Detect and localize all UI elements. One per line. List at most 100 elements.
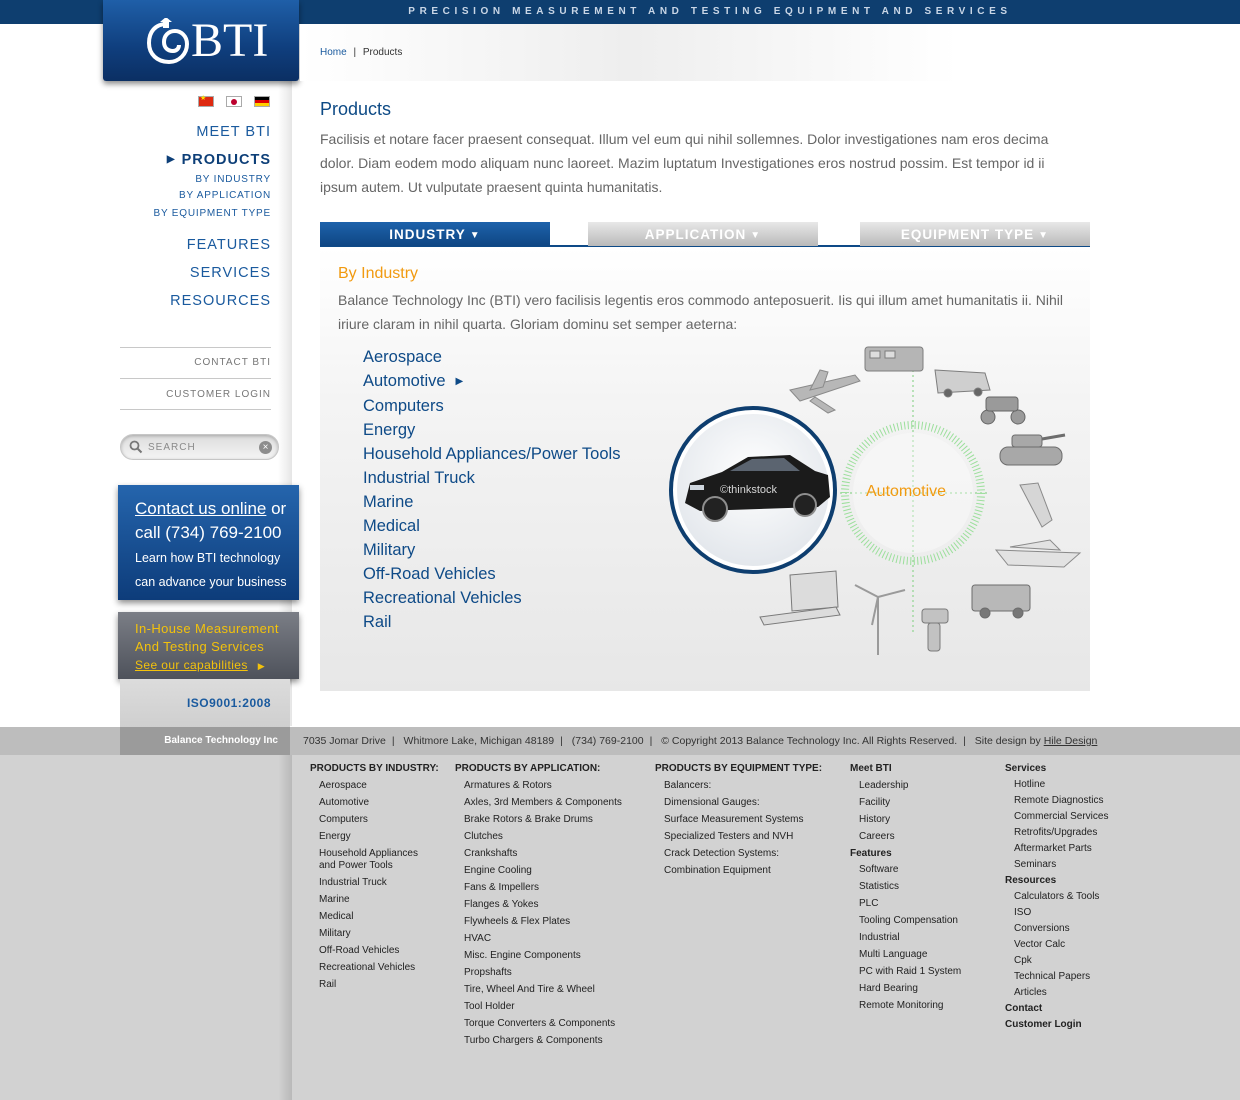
industry-item[interactable]: Aerospace (363, 345, 620, 369)
sitemap-link[interactable]: Axles, 3rd Members & Components (464, 797, 622, 809)
contact-online-link[interactable]: Contact us online (135, 499, 266, 518)
sitemap-link[interactable]: PLC (859, 898, 961, 910)
inhouse-services-box[interactable]: In-House Measurement And Testing Service… (118, 612, 299, 679)
industry-item[interactable]: Off-Road Vehicles (363, 562, 620, 586)
sitemap-link[interactable]: Seminars (1014, 859, 1108, 871)
china-flag-icon[interactable] (198, 94, 214, 107)
sitemap-link[interactable]: Conversions (1014, 923, 1108, 935)
sitemap-link[interactable]: Facility (859, 797, 961, 809)
sitemap-link[interactable]: Hard Bearing (859, 983, 961, 995)
sitemap-link[interactable]: Surface Measurement Systems (664, 814, 822, 826)
sitemap-link[interactable]: Fans & Impellers (464, 882, 622, 894)
sitemap-link[interactable]: Industrial (859, 932, 961, 944)
sitemap-link[interactable]: Military (319, 928, 439, 940)
sitemap-link[interactable]: Careers (859, 831, 961, 843)
sitemap-link[interactable]: Software (859, 864, 961, 876)
nav-meet-bti[interactable]: MEET BTI (196, 124, 271, 140)
sitemap-link[interactable]: Retrofits/Upgrades (1014, 827, 1108, 839)
customer-login-link[interactable]: CUSTOMER LOGIN (166, 389, 271, 400)
sitemap-heading[interactable]: Services (1005, 763, 1108, 775)
sitemap-link[interactable]: Computers (319, 814, 439, 826)
industry-item[interactable]: Military (363, 538, 620, 562)
sitemap-link[interactable]: Medical (319, 911, 439, 923)
sitemap-link[interactable]: Off-Road Vehicles (319, 945, 439, 957)
germany-flag-icon[interactable] (254, 96, 270, 107)
sitemap-link[interactable]: Commercial Services (1014, 811, 1108, 823)
sitemap-link[interactable]: Calculators & Tools (1014, 891, 1108, 903)
sitemap-link[interactable]: Vector Calc (1014, 939, 1108, 951)
sitemap-link[interactable]: Misc. Engine Components (464, 950, 622, 962)
capabilities-link[interactable]: See our capabilities (135, 658, 248, 672)
sitemap-link[interactable]: Dimensional Gauges: (664, 797, 822, 809)
sitemap-link[interactable]: Statistics (859, 881, 961, 893)
sitemap-link[interactable]: Technical Papers (1014, 971, 1108, 983)
industry-item[interactable]: Recreational Vehicles (363, 586, 620, 610)
search-input[interactable] (148, 439, 248, 456)
hile-design-link[interactable]: Hile Design (1044, 735, 1098, 747)
sitemap-link[interactable]: ISO (1014, 907, 1108, 919)
tab-industry[interactable]: INDUSTRY ▼ (320, 222, 550, 246)
sitemap-link[interactable]: Aerospace (319, 780, 439, 792)
sitemap-link[interactable]: Household Appliances (319, 848, 439, 860)
sitemap-heading[interactable]: Meet BTI (850, 763, 961, 775)
sitemap-link[interactable]: Tooling Compensation (859, 915, 961, 927)
sitemap-link[interactable]: Rail (319, 979, 439, 991)
sitemap-link[interactable]: Automotive (319, 797, 439, 809)
nav-by-industry[interactable]: BY INDUSTRY (195, 174, 271, 185)
sitemap-link[interactable]: Tire, Wheel And Tire & Wheel (464, 984, 622, 996)
sitemap-link[interactable]: Specialized Testers and NVH (664, 831, 822, 843)
sitemap-link[interactable]: Combination Equipment (664, 865, 822, 877)
sitemap-link[interactable]: Armatures & Rotors (464, 780, 622, 792)
breadcrumb-home[interactable]: Home (320, 47, 347, 58)
industry-item[interactable]: Automotive ▶ (363, 369, 620, 394)
sitemap-link[interactable]: Marine (319, 894, 439, 906)
sitemap-link[interactable]: Leadership (859, 780, 961, 792)
sitemap-link[interactable]: Remote Monitoring (859, 1000, 961, 1012)
sitemap-link[interactable]: Recreational Vehicles (319, 962, 439, 974)
sitemap-link[interactable]: Propshafts (464, 967, 622, 979)
sitemap-link[interactable]: Flywheels & Flex Plates (464, 916, 622, 928)
nav-services[interactable]: SERVICES (190, 265, 271, 281)
sitemap-link[interactable]: Torque Converters & Components (464, 1018, 622, 1030)
clear-search-icon[interactable]: × (259, 441, 272, 454)
tab-application[interactable]: APPLICATION ▼ (588, 222, 818, 246)
sitemap-link[interactable]: Multi Language (859, 949, 961, 961)
sitemap-contact-link[interactable]: Contact (1005, 1003, 1108, 1015)
sitemap-link[interactable]: History (859, 814, 961, 826)
sitemap-link[interactable]: Turbo Chargers & Components (464, 1035, 622, 1047)
sitemap-login-link[interactable]: Customer Login (1005, 1019, 1108, 1031)
sitemap-link[interactable]: Articles (1014, 987, 1108, 999)
industry-item[interactable]: Energy (363, 418, 620, 442)
sitemap-link[interactable]: Remote Diagnostics (1014, 795, 1108, 807)
sitemap-link[interactable]: Aftermarket Parts (1014, 843, 1108, 855)
industry-item[interactable]: Computers (363, 394, 620, 418)
logo[interactable]: BTI (103, 0, 299, 81)
sitemap-link[interactable]: Hotline (1014, 779, 1108, 791)
sitemap-link[interactable]: Brake Rotors & Brake Drums (464, 814, 622, 826)
industry-item[interactable]: Industrial Truck (363, 466, 620, 490)
industry-item[interactable]: Rail (363, 610, 620, 634)
contact-bti-link[interactable]: CONTACT BTI (194, 357, 271, 368)
nav-products[interactable]: ▶ PRODUCTS (167, 152, 271, 168)
sitemap-link[interactable]: PC with Raid 1 System (859, 966, 961, 978)
sitemap-heading[interactable]: Resources (1005, 875, 1108, 887)
nav-resources[interactable]: RESOURCES (170, 293, 271, 309)
nav-by-equipment-type[interactable]: BY EQUIPMENT TYPE (153, 208, 271, 219)
sitemap-link[interactable]: Balancers: (664, 780, 822, 792)
sitemap-link[interactable]: Industrial Truck (319, 877, 439, 889)
tab-equipment-type[interactable]: EQUIPMENT TYPE ▼ (860, 222, 1090, 246)
sitemap-link[interactable]: Clutches (464, 831, 622, 843)
sitemap-link[interactable]: Flanges & Yokes (464, 899, 622, 911)
sitemap-link[interactable]: Cpk (1014, 955, 1108, 967)
sitemap-link[interactable]: and Power Tools (319, 860, 439, 872)
sitemap-link[interactable]: Energy (319, 831, 439, 843)
sitemap-link[interactable]: HVAC (464, 933, 622, 945)
industry-item[interactable]: Household Appliances/Power Tools (363, 442, 620, 466)
sitemap-link[interactable]: Engine Cooling (464, 865, 622, 877)
sitemap-link[interactable]: Tool Holder (464, 1001, 622, 1013)
industry-item[interactable]: Medical (363, 514, 620, 538)
japan-flag-icon[interactable] (226, 96, 242, 107)
sitemap-link[interactable]: Crack Detection Systems: (664, 848, 822, 860)
industry-item[interactable]: Marine (363, 490, 620, 514)
nav-by-application[interactable]: BY APPLICATION (179, 190, 271, 201)
